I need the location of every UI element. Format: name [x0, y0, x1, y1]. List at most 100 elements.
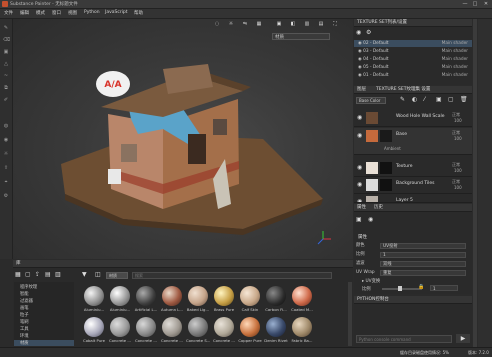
screenshot-icon[interactable]: ◧: [289, 20, 297, 28]
material-picker-icon[interactable]: ◉: [3, 137, 9, 143]
category-item[interactable]: 智能: [20, 291, 29, 297]
shelf-icon[interactable]: ▦: [15, 271, 21, 278]
run-play-icon[interactable]: ▶: [456, 334, 470, 343]
category-item[interactable]: 笔刷: [20, 319, 29, 325]
texture-set-item[interactable]: ◉ 04 - Default Main shader: [354, 56, 472, 63]
material-thumbnail[interactable]: [188, 317, 208, 337]
texture-set-item[interactable]: ◉ 03 - Default Main shader: [354, 48, 472, 55]
material-thumbnail[interactable]: [136, 286, 156, 306]
visibility-eye-icon[interactable]: ◉: [357, 198, 362, 202]
visibility-eye-icon[interactable]: ◉: [354, 73, 362, 78]
menu-view[interactable]: 视图: [68, 10, 77, 16]
material-thumbnail[interactable]: [292, 317, 312, 337]
menu-edit[interactable]: 编辑: [20, 10, 29, 16]
add-effect-icon[interactable]: ✎: [400, 96, 405, 103]
material-thumbnail[interactable]: [214, 317, 234, 337]
category-item[interactable]: 粒子: [20, 312, 29, 318]
property-field[interactable]: 1: [380, 252, 466, 258]
texture-set-item[interactable]: ◉ 05 - Default Main shader: [354, 64, 472, 71]
eraser-icon[interactable]: ⌫: [3, 37, 10, 43]
material-thumbnail[interactable]: [292, 286, 312, 306]
python-console-input[interactable]: Python console command: [356, 335, 452, 343]
layer-row-selected[interactable]: ◉ Base 正常 100 Ambient: [354, 128, 472, 155]
render-icon[interactable]: ◌: [213, 20, 221, 28]
list-view-icon[interactable]: ▥: [55, 271, 61, 278]
material-thumbnail[interactable]: [266, 317, 286, 337]
material-thumbnail[interactable]: [84, 286, 104, 306]
channel-select[interactable]: Base Color: [356, 97, 386, 104]
menu-file[interactable]: 文件: [4, 10, 13, 16]
visibility-eye-icon[interactable]: ◉: [357, 132, 362, 139]
maximize-button[interactable]: □: [470, 0, 480, 8]
view-mode-icon[interactable]: ▥: [303, 20, 311, 28]
delete-layer-icon[interactable]: 🗑: [460, 96, 468, 103]
clone-icon[interactable]: ⧉: [3, 85, 9, 91]
category-item[interactable]: 工具: [20, 326, 29, 332]
material-thumbnail[interactable]: [136, 317, 156, 337]
menu-javascript[interactable]: JavaScript: [105, 10, 128, 15]
3d-viewport[interactable]: A/A ▣ ◧ ▥ ▤ ⛶ ◌ ☼ ⇋ ▦: [13, 19, 353, 259]
tab-layers[interactable]: 图层: [357, 86, 366, 93]
settings-icon[interactable]: ⚙: [366, 29, 371, 36]
material-thumbnail[interactable]: [162, 286, 182, 306]
fill-layer-icon[interactable]: ▣: [436, 96, 442, 103]
display-settings-icon[interactable]: ☼: [3, 151, 9, 157]
material-thumbnail[interactable]: [162, 317, 182, 337]
visibility-eye-icon[interactable]: ◉: [354, 41, 362, 46]
close-button[interactable]: ✕: [481, 0, 491, 8]
property-select[interactable]: 双线: [380, 261, 466, 267]
visibility-eye-icon[interactable]: ◉: [357, 181, 362, 188]
settings-gear-icon[interactable]: ⚙: [3, 193, 9, 199]
scale-value-field[interactable]: 1: [430, 285, 458, 291]
group-icon[interactable]: ▢: [448, 96, 454, 103]
material-thumbnail[interactable]: [240, 317, 260, 337]
category-item[interactable]: 程序纹理: [20, 284, 37, 290]
visibility-eye-icon[interactable]: ◉: [357, 164, 362, 171]
material-thumbnail[interactable]: [214, 286, 234, 306]
category-item[interactable]: 过滤器: [20, 298, 33, 304]
camera-icon[interactable]: ⌖: [3, 179, 9, 185]
category-item-selected[interactable]: 材质: [14, 340, 74, 346]
camera-icon[interactable]: ▣: [275, 20, 283, 28]
layer-row[interactable]: ◉ Background Tiles 正常 100: [354, 177, 472, 194]
minimize-button[interactable]: —: [460, 0, 470, 8]
scale-slider[interactable]: [382, 288, 422, 290]
visibility-eye-icon[interactable]: ◉: [354, 49, 362, 54]
viewport-mode-select[interactable]: 材质: [272, 33, 330, 40]
shelf-search-input[interactable]: 搜索: [132, 272, 332, 279]
scale-slider-handle[interactable]: [398, 286, 402, 291]
layer-row[interactable]: ◉ Layer 5: [354, 194, 472, 203]
paint-layer-icon[interactable]: ⁄: [424, 96, 425, 103]
material-thumbnail[interactable]: [110, 286, 130, 306]
expand-icon[interactable]: ◫: [95, 271, 101, 278]
visibility-eye-icon[interactable]: ◉: [357, 114, 362, 121]
category-item[interactable]: 环境: [20, 333, 29, 339]
visibility-eye-icon[interactable]: ◉: [354, 65, 362, 70]
grid-view-icon[interactable]: ▤: [45, 271, 51, 278]
texture-set-item[interactable]: ◉ 01 - Default Main shader: [354, 72, 472, 79]
uv-transform-toggle[interactable]: ▸ UV变换: [362, 278, 380, 284]
bake-icon[interactable]: ◍: [3, 123, 9, 129]
material-thumbnail[interactable]: [266, 286, 286, 306]
property-select[interactable]: 重复: [380, 270, 466, 276]
polygon-fill-icon[interactable]: △: [3, 61, 9, 67]
material-thumbnail[interactable]: [240, 286, 260, 306]
lock-icon[interactable]: 🔒: [418, 284, 424, 290]
fill-icon[interactable]: ▣: [356, 216, 362, 223]
add-mask-icon[interactable]: ◐: [412, 96, 417, 103]
color-picker-icon[interactable]: ✐: [3, 97, 9, 103]
smudge-icon[interactable]: ~: [3, 73, 9, 79]
grid-icon[interactable]: ▦: [255, 20, 263, 28]
eye-toggle-icon[interactable]: ◉: [356, 29, 361, 36]
right-panel-scrollbar[interactable]: [473, 19, 477, 347]
import-icon[interactable]: ⇪: [35, 271, 40, 278]
property-select[interactable]: UV投射: [380, 243, 466, 249]
export-icon[interactable]: ⇪: [3, 165, 9, 171]
material-thumbnail[interactable]: [84, 317, 104, 337]
filter-icon[interactable]: ▼: [82, 271, 87, 278]
material-thumbnail[interactable]: [110, 317, 130, 337]
shelf-tab-materials[interactable]: 材质: [106, 272, 128, 279]
projection-icon[interactable]: ▣: [3, 49, 9, 55]
tab-texture-set-settings[interactable]: TEXTURE SET纹理集 设置: [376, 86, 430, 93]
texture-set-item[interactable]: ◉ 02 - Default Main shader: [354, 40, 472, 47]
